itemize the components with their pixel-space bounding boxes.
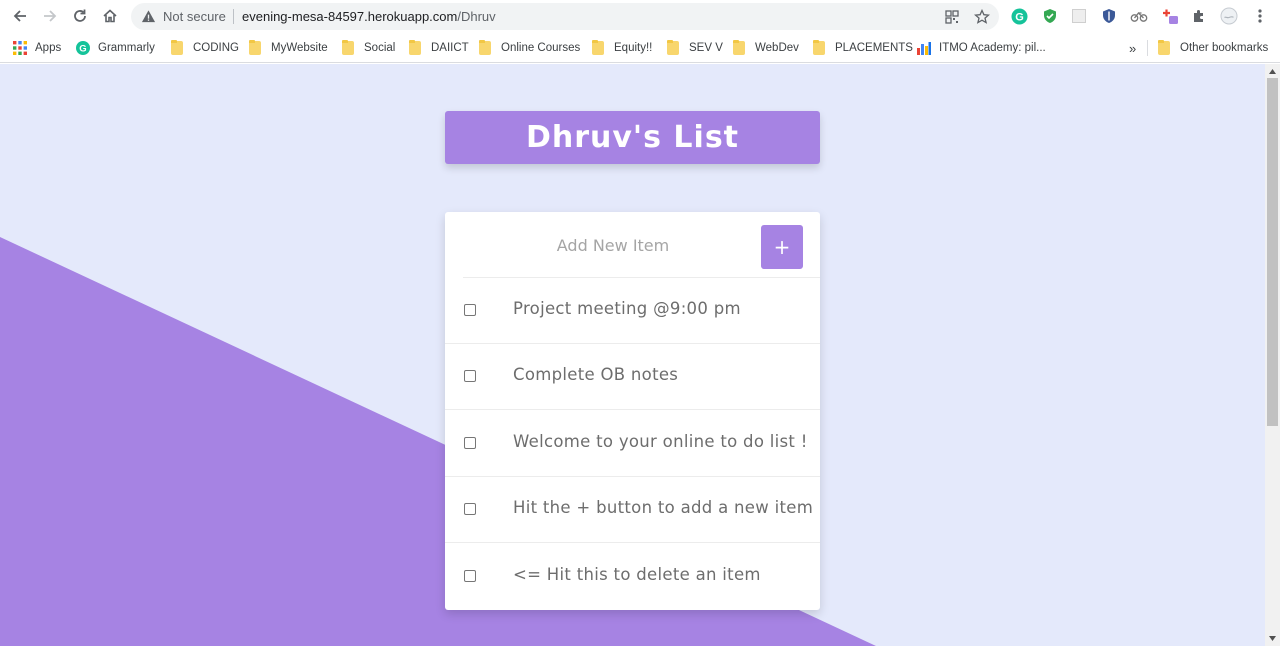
folder-icon bbox=[733, 40, 745, 55]
reload-icon[interactable] bbox=[68, 4, 92, 28]
bookmark-sev-v[interactable]: SEV V bbox=[667, 39, 723, 57]
bookmarks-bar: Apps G Grammarly CODING MyWebsite Social… bbox=[0, 33, 1280, 63]
forward-arrow-icon[interactable] bbox=[38, 4, 62, 28]
omnibox-divider bbox=[233, 9, 234, 24]
bookmark-social[interactable]: Social bbox=[342, 39, 395, 57]
blank-extension-icon[interactable] bbox=[1070, 7, 1088, 25]
bookmark-label: Grammarly bbox=[98, 42, 155, 54]
bookmark-coding[interactable]: CODING bbox=[171, 39, 239, 57]
folder-icon bbox=[171, 40, 183, 55]
cycling-extension-icon[interactable] bbox=[1130, 7, 1148, 25]
browser-menu-icon[interactable] bbox=[1251, 7, 1269, 25]
page-title: Dhruv's List bbox=[525, 120, 740, 155]
more-bookmarks-button[interactable]: » bbox=[1129, 39, 1136, 57]
home-icon[interactable] bbox=[98, 4, 122, 28]
grammarly-extension-icon[interactable]: G bbox=[1010, 7, 1028, 25]
bookmark-label: MyWebsite bbox=[271, 42, 328, 54]
bar-chart-icon bbox=[917, 42, 931, 55]
bookmark-mywebsite[interactable]: MyWebsite bbox=[249, 39, 328, 57]
page-scrollbar[interactable] bbox=[1265, 64, 1280, 646]
bookmark-equity[interactable]: Equity!! bbox=[592, 39, 652, 57]
bookmark-label: CODING bbox=[193, 42, 239, 54]
item-checkbox[interactable] bbox=[464, 570, 476, 582]
url-text[interactable]: evening-mesa-84597.herokuapp.com/Dhruv bbox=[242, 9, 496, 24]
page-viewport: Dhruv's List + Project meeting @9:00 pm … bbox=[0, 64, 1265, 646]
more-bookmarks-chevron: » bbox=[1129, 40, 1137, 56]
folder-icon bbox=[667, 40, 679, 55]
bookmarks-divider bbox=[1147, 40, 1148, 56]
bookmark-label: ITMO Academy: pil... bbox=[939, 42, 1046, 54]
bookmark-online-courses[interactable]: Online Courses bbox=[479, 39, 580, 57]
bookmark-apps[interactable]: Apps bbox=[13, 39, 61, 57]
color-extension-icon[interactable] bbox=[1161, 7, 1179, 25]
item-text: Complete OB notes bbox=[513, 365, 679, 384]
other-bookmarks[interactable]: Other bookmarks bbox=[1158, 39, 1268, 57]
bookmark-itmo-academy[interactable]: ITMO Academy: pil... bbox=[917, 39, 1046, 57]
url-path: /Dhruv bbox=[457, 9, 496, 24]
bookmark-label: PLACEMENTS bbox=[835, 42, 913, 54]
bookmark-label: Equity!! bbox=[614, 42, 653, 54]
scroll-up-arrow-icon[interactable] bbox=[1268, 67, 1277, 76]
todo-item: Welcome to your online to do list ! bbox=[445, 411, 820, 477]
privacy-shield-icon[interactable] bbox=[1100, 7, 1118, 25]
svg-text:G: G bbox=[1015, 11, 1024, 23]
todo-item: <= Hit this to delete an item bbox=[445, 544, 820, 610]
apps-grid-icon bbox=[13, 41, 27, 55]
item-checkbox[interactable] bbox=[464, 370, 476, 382]
folder-icon bbox=[479, 40, 491, 55]
bookmark-star-icon[interactable] bbox=[973, 8, 990, 25]
todo-item: Hit the + button to add a new item bbox=[445, 477, 820, 543]
scroll-thumb[interactable] bbox=[1267, 78, 1278, 426]
todo-item: Complete OB notes bbox=[445, 344, 820, 410]
bookmark-label: Social bbox=[364, 42, 396, 54]
grammarly-icon: G bbox=[76, 41, 90, 55]
folder-icon bbox=[592, 40, 604, 55]
new-item-input[interactable] bbox=[463, 212, 763, 278]
item-text: Hit the + button to add a new item bbox=[513, 498, 814, 517]
address-bar[interactable]: Not secure evening-mesa-84597.herokuapp.… bbox=[131, 3, 999, 30]
todo-card: + Project meeting @9:00 pm Complete OB n… bbox=[445, 212, 820, 610]
bookmark-grammarly[interactable]: G Grammarly bbox=[76, 39, 155, 57]
add-item-button[interactable]: + bbox=[761, 225, 803, 269]
title-banner: Dhruv's List bbox=[445, 111, 820, 164]
svg-text:G: G bbox=[79, 44, 86, 55]
bookmark-label: WebDev bbox=[755, 42, 799, 54]
item-checkbox[interactable] bbox=[464, 437, 476, 449]
folder-icon bbox=[342, 40, 354, 55]
puzzle-extensions-icon[interactable] bbox=[1190, 7, 1208, 25]
scroll-down-arrow-icon[interactable] bbox=[1268, 634, 1277, 643]
folder-icon bbox=[409, 40, 421, 55]
folder-icon bbox=[249, 40, 261, 55]
url-domain: evening-mesa-84597.herokuapp.com bbox=[242, 9, 458, 24]
qr-code-icon[interactable] bbox=[943, 8, 960, 25]
bookmark-placements[interactable]: PLACEMENTS bbox=[813, 39, 913, 57]
item-checkbox[interactable] bbox=[464, 503, 476, 515]
security-label[interactable]: Not secure bbox=[163, 9, 226, 24]
todo-item: Project meeting @9:00 pm bbox=[445, 278, 820, 344]
shield-extension-icon[interactable] bbox=[1041, 7, 1059, 25]
profile-avatar-icon[interactable] bbox=[1220, 7, 1238, 25]
bookmark-label: Other bookmarks bbox=[1180, 42, 1269, 54]
item-checkbox[interactable] bbox=[464, 304, 476, 316]
folder-icon bbox=[813, 40, 825, 55]
browser-toolbar: Not secure evening-mesa-84597.herokuapp.… bbox=[0, 0, 1280, 33]
item-text: Welcome to your online to do list ! bbox=[513, 432, 808, 451]
bookmark-label: SEV V bbox=[689, 42, 723, 54]
back-arrow-icon[interactable] bbox=[8, 4, 32, 28]
bookmark-webdev[interactable]: WebDev bbox=[733, 39, 799, 57]
bookmark-daiict[interactable]: DAIICT bbox=[409, 39, 469, 57]
item-text: <= Hit this to delete an item bbox=[513, 565, 761, 584]
bookmark-label: DAIICT bbox=[431, 42, 469, 54]
warning-icon[interactable] bbox=[141, 9, 156, 24]
bookmark-label: Online Courses bbox=[501, 42, 581, 54]
item-text: Project meeting @9:00 pm bbox=[513, 299, 741, 318]
bookmark-label: Apps bbox=[35, 42, 62, 54]
folder-icon bbox=[1158, 40, 1170, 55]
